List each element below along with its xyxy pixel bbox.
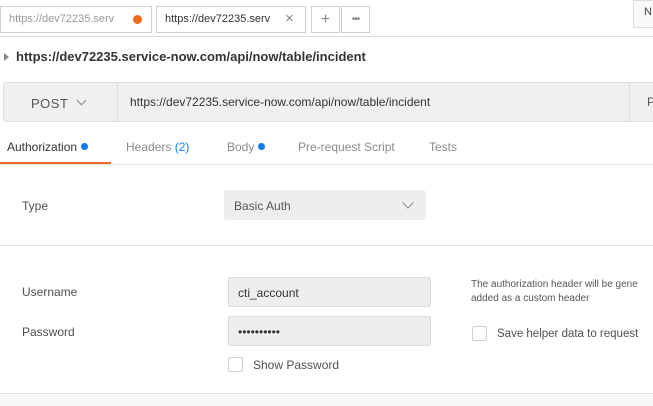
request-tab-1[interactable]: https://dev72235.serv: [0, 6, 152, 33]
params-button[interactable]: P: [647, 95, 653, 109]
password-label: Password: [22, 325, 75, 339]
auth-type-value: Basic Auth: [234, 199, 291, 213]
type-label: Type: [22, 199, 49, 213]
username-value: cti_account: [238, 286, 299, 300]
unsaved-dot-icon: [133, 15, 142, 24]
auth-header-note: The authorization header will be gene ad…: [471, 278, 638, 306]
tab-authorization-label: Authorization: [7, 140, 78, 154]
modified-dot-icon: [81, 143, 89, 150]
request-tab-1-label: https://dev72235.serv: [9, 13, 115, 25]
request-title[interactable]: https://dev72235.service-now.com/api/now…: [16, 49, 366, 64]
section-divider: [0, 245, 653, 246]
show-password-label[interactable]: Show Password: [253, 358, 339, 372]
body-dot-icon: [258, 143, 266, 150]
url-input[interactable]: https://dev72235.service-now.com/api/now…: [130, 95, 430, 109]
request-tab-2[interactable]: https://dev72235.serv: [156, 6, 306, 33]
add-tab-button[interactable]: +: [311, 6, 340, 33]
method-divider: [117, 83, 118, 121]
tab-prerequest-script[interactable]: Pre-request Script: [298, 140, 395, 154]
params-divider: [629, 83, 630, 121]
username-field[interactable]: cti_account: [228, 277, 431, 307]
show-password-checkbox[interactable]: [228, 357, 243, 372]
auth-header-note-line1: The authorization header will be gene: [471, 279, 638, 290]
tab-authorization[interactable]: Authorization: [7, 140, 89, 154]
save-helper-label[interactable]: Save helper data to request: [497, 328, 638, 340]
username-label: Username: [22, 285, 78, 299]
auth-header-note-line2: added as a custom header: [471, 293, 590, 304]
headers-count: (2): [174, 140, 190, 154]
tab-tests[interactable]: Tests: [429, 140, 457, 154]
method-select[interactable]: POST: [31, 96, 68, 111]
tab-body[interactable]: Body: [227, 140, 266, 154]
tabs-divider: [0, 164, 653, 165]
tab-body-label: Body: [227, 140, 255, 154]
request-tab-2-label: https://dev72235.serv: [165, 13, 271, 25]
save-helper-checkbox[interactable]: [472, 326, 487, 341]
tab-headers[interactable]: Headers (2): [126, 140, 189, 154]
password-field[interactable]: ••••••••••: [228, 316, 431, 346]
response-pane-edge: [0, 393, 653, 406]
auth-type-select[interactable]: Basic Auth: [224, 190, 426, 220]
tab-headers-label: Headers: [126, 140, 172, 154]
password-value: ••••••••••: [238, 325, 281, 339]
more-tabs-icon[interactable]: •••: [341, 6, 370, 33]
environment-button[interactable]: N: [633, 0, 653, 28]
close-tab-icon[interactable]: ×: [285, 10, 294, 27]
expand-caret-icon[interactable]: [4, 53, 9, 61]
